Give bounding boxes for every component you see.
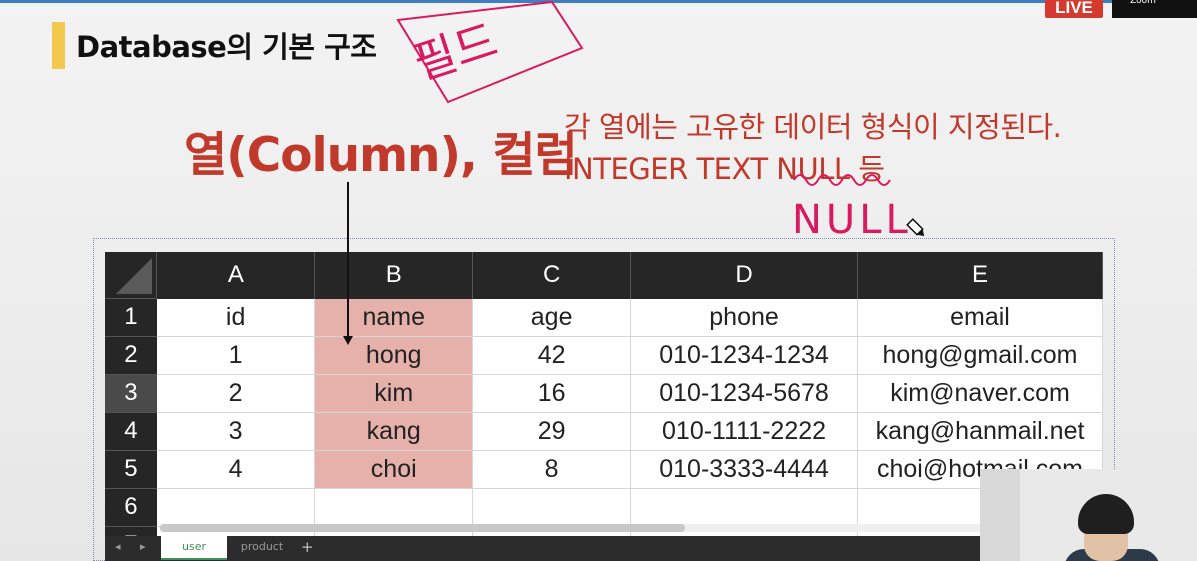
cell-d4[interactable]: 010-1111-2222 [630,412,858,451]
cell-c5[interactable]: 8 [472,450,632,489]
description-line-2: INTEGER TEXT NULL 등 [564,152,885,186]
row-header-3[interactable]: 3 [105,373,157,412]
row-header-5[interactable]: 5 [105,449,157,488]
column-header-c[interactable]: C [472,252,632,299]
cell-c6[interactable] [472,488,632,527]
sheet-tab-user[interactable]: user [161,536,227,560]
slide-title: Database의 기본 구조 [76,30,377,64]
zoom-overlay: Zoom [1112,0,1197,18]
cell-d1[interactable]: phone [630,298,858,337]
column-heading: 열(Column), 컬럼 [184,128,578,183]
cell-b3[interactable]: kim [314,374,474,413]
field-annotation-box [396,0,584,104]
table-row: 2 1 hong 42 010-1234-1234 hong@gmail.com [105,335,1103,375]
cell-a3[interactable]: 2 [156,374,316,413]
row-header-4[interactable]: 4 [105,411,157,450]
cell-c2[interactable]: 42 [472,336,632,375]
cell-b6[interactable] [314,488,474,527]
cell-b2[interactable]: hong [314,336,474,375]
cell-d5[interactable]: 010-3333-4444 [630,450,858,489]
live-badge: LIVE [1045,0,1103,18]
cell-b5[interactable]: choi [314,450,474,489]
table-row: 6 [105,487,1103,527]
row-header-6[interactable]: 6 [105,487,157,526]
column-header-a[interactable]: A [156,252,316,299]
cell-d2[interactable]: 010-1234-1234 [630,336,858,375]
spreadsheet: ABCDE 1 id name age phone email 2 1 hong 42 010-12… [105,252,1103,561]
null-annotation-text: NULL [792,197,912,243]
column-header-b[interactable]: B [314,252,474,299]
cell-a5[interactable]: 4 [156,450,316,489]
table-row: 54choi8010-3333-4444choi@hotmail.com [105,449,1103,489]
description-line-1: 각 열에는 고유한 데이터 형식이 지정된다. [564,110,1062,144]
pen-cursor-icon [906,218,925,237]
sheet-tab-product[interactable]: product [227,536,297,558]
tab-nav-arrows-icon[interactable]: ◂ ▸ [115,540,154,553]
spreadsheet-grid: ABCDE 1 id name age phone email 2 1 hong 42 010-12… [105,252,1103,561]
select-all-corner[interactable] [105,252,158,299]
cell-a2[interactable]: 1 [156,336,316,375]
cell-a1[interactable]: id [156,298,316,337]
cell-a4[interactable]: 3 [156,412,316,451]
sheet-tab-bar: ◂ ▸ user product + [105,536,1103,561]
table-row: 4 3 kang 29 010-1111-2222 kang@hanmail.net [105,411,1103,451]
cell-e4[interactable]: kang@hanmail.net [857,412,1103,451]
cell-b1[interactable]: name [314,298,474,337]
table-row: 3 2 kim 16 010-1234-5678 kim@naver.com [105,373,1103,413]
column-header-d[interactable]: D [630,252,858,299]
cell-c4[interactable]: 29 [472,412,632,451]
cell-b4[interactable]: kang [314,412,474,451]
cell-e1[interactable]: email [857,298,1103,337]
field-annotation-text: 필드 [407,13,504,91]
add-sheet-button[interactable]: + [301,538,314,556]
cell-c1[interactable]: age [472,298,632,337]
column-header-row: ABCDE [105,252,1103,299]
webcam-overlay [980,469,1197,561]
top-accent-line [0,0,1197,3]
cell-d3[interactable]: 010-1234-5678 [630,374,858,413]
row-header-1[interactable]: 1 [105,298,157,336]
cell-e2[interactable]: hong@gmail.com [857,336,1103,375]
title-marker [52,22,65,69]
cell-d6[interactable] [630,488,858,527]
table-row: 1 id name age phone email [105,298,1103,337]
cell-e3[interactable]: kim@naver.com [857,374,1103,413]
scrollbar-thumb[interactable] [160,524,685,532]
presenter-hair [1078,494,1134,534]
cell-a6[interactable] [156,488,316,527]
column-header-e[interactable]: E [857,252,1103,299]
row-header-2[interactable]: 2 [105,335,157,374]
cell-c3[interactable]: 16 [472,374,632,413]
